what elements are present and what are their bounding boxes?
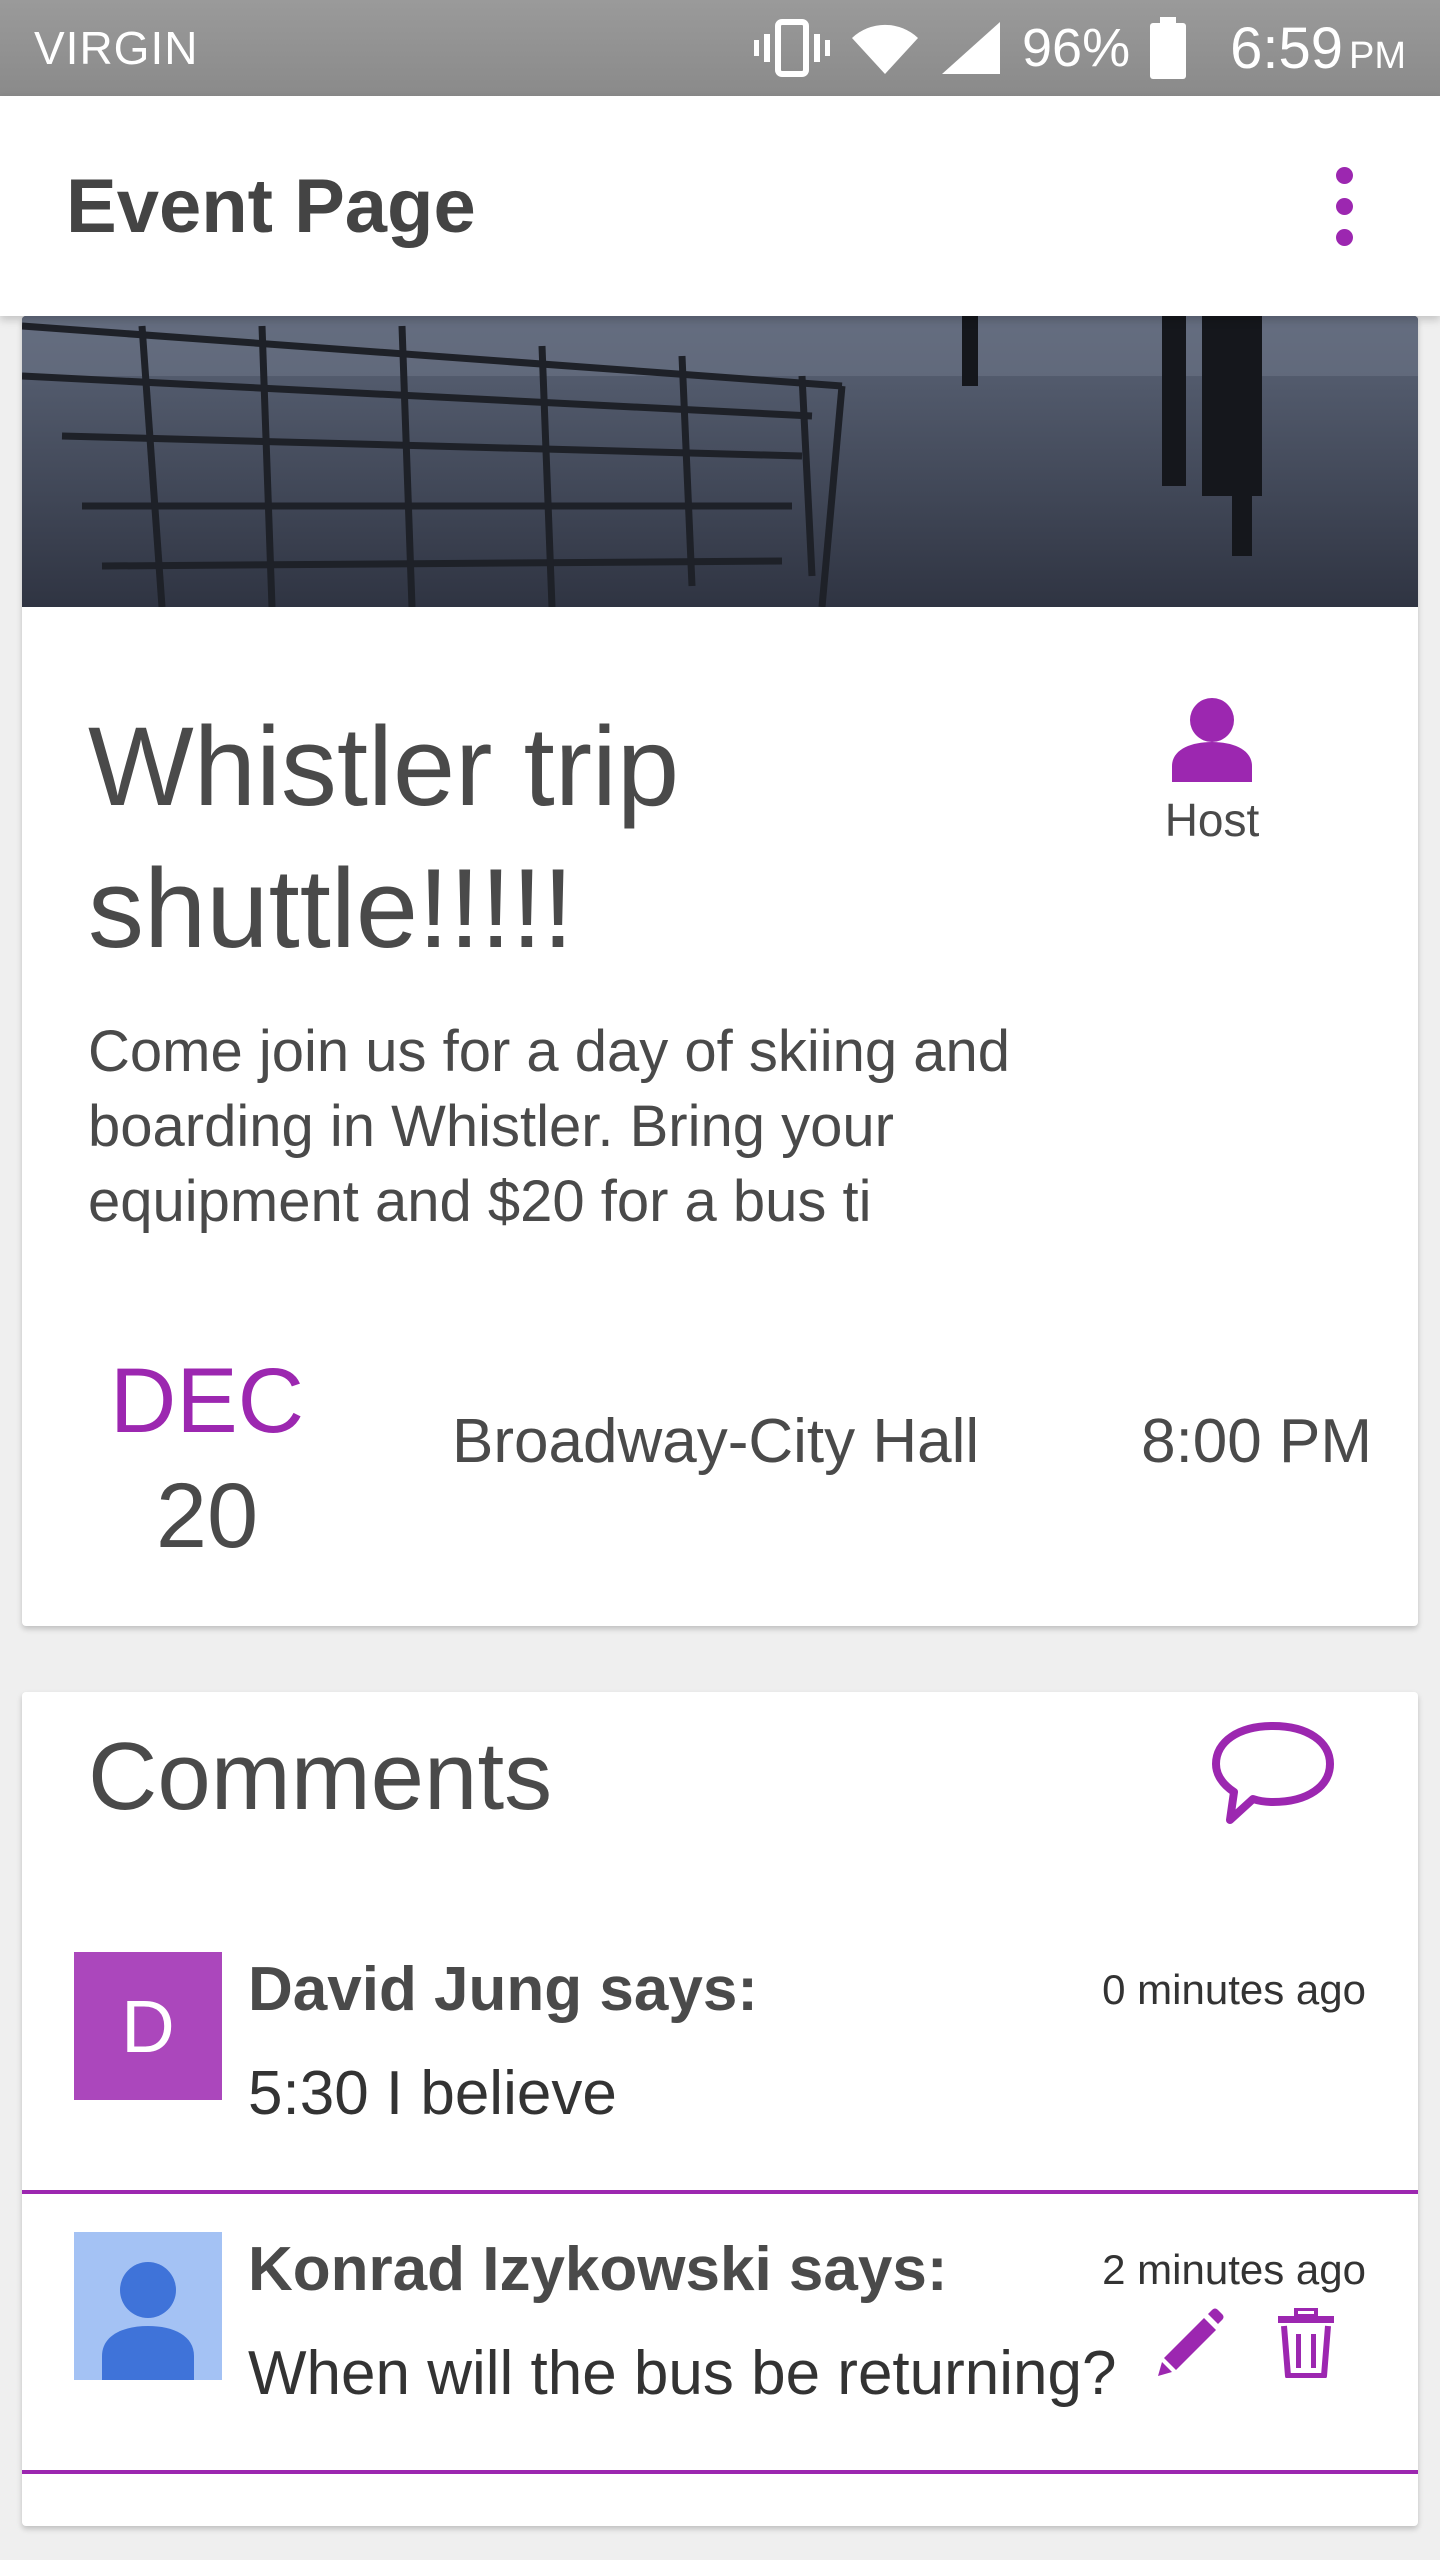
comment-item: D David Jung says: 0 minutes ago 5:30 I … <box>22 1918 1418 2194</box>
comment-text: When will the bus be returning? <box>248 2339 1117 2408</box>
battery-percent: 96% <box>1022 18 1131 78</box>
clock-time: 6:59 <box>1230 15 1343 81</box>
comments-title: Comments <box>88 1723 553 1830</box>
event-title: Whistler trip shuttle!!!!! <box>88 704 680 971</box>
speech-bubble-icon[interactable] <box>1208 1718 1338 1828</box>
comment-actions <box>1158 2307 1336 2383</box>
comment-author: David Jung says: <box>248 1955 758 2024</box>
carrier-name: VIRGIN <box>34 22 199 74</box>
person-icon <box>1170 696 1254 787</box>
clock-ampm: PM <box>1349 34 1406 77</box>
event-date: DEC 20 <box>82 1346 332 1576</box>
battery-icon <box>1150 17 1187 79</box>
page-title: Event Page <box>66 163 476 249</box>
comments-card: Comments D David Jung says: 0 minutes ag… <box>22 1692 1418 2526</box>
avatar <box>74 2232 222 2380</box>
status-indicators: 96% 6:59 PM <box>754 15 1406 82</box>
pencil-icon[interactable] <box>1158 2308 1224 2383</box>
comment-author: Konrad Izykowski says: <box>248 2235 948 2304</box>
host-button[interactable]: Host <box>1122 696 1302 847</box>
event-time: 8:00 PM <box>1141 1407 1372 1476</box>
event-date-day: 20 <box>155 1465 259 1567</box>
event-description: Come join us for a day of skiing and boa… <box>88 1019 1011 1234</box>
event-date-month: DEC <box>109 1350 305 1452</box>
more-vert-icon[interactable] <box>1314 161 1374 251</box>
trash-icon[interactable] <box>1276 2307 1336 2383</box>
avatar: D <box>74 1952 222 2100</box>
event-card: Whistler trip shuttle!!!!! Host Come joi… <box>22 316 1418 1626</box>
comment-text: 5:30 I believe <box>248 2059 617 2128</box>
wifi-icon <box>850 20 920 76</box>
signal-icon <box>940 20 1002 76</box>
person-icon <box>102 2262 194 2380</box>
comment-time: 2 minutes ago <box>1102 2246 1366 2293</box>
status-bar: VIRGIN 96% 6:59 PM <box>0 0 1440 96</box>
comment-time: 0 minutes ago <box>1102 1966 1366 2013</box>
comment-item: Konrad Izykowski says: 2 minutes ago Whe… <box>22 2198 1418 2474</box>
app-bar: Event Page <box>0 96 1440 316</box>
vibrate-icon <box>754 18 831 78</box>
clock: 6:59 PM <box>1206 15 1406 82</box>
host-label: Host <box>1164 794 1260 846</box>
event-location: Broadway-City Hall <box>452 1407 980 1476</box>
event-cover-image <box>22 316 1418 607</box>
